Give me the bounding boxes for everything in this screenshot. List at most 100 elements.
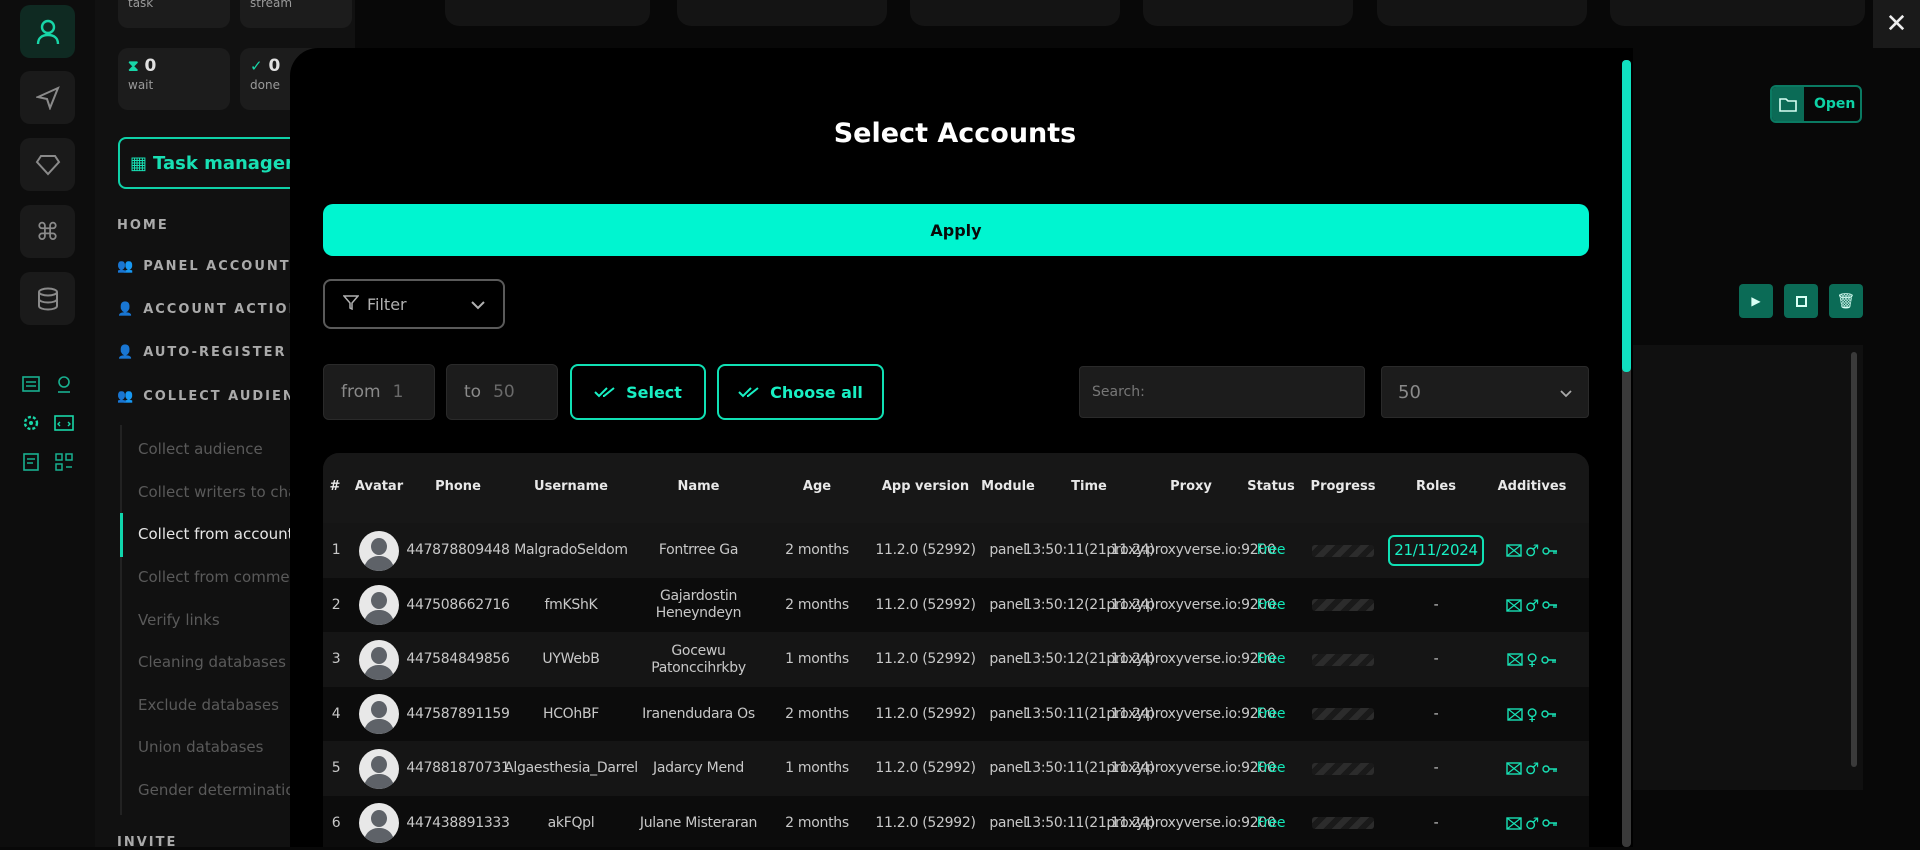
sub-item[interactable]: Collect audience	[138, 440, 263, 458]
filter-label: Filter	[367, 294, 407, 314]
app-cell: 11.2.0 (52992)	[875, 760, 976, 776]
sub-item[interactable]: Collect writers to cha	[138, 483, 297, 501]
sub-item[interactable]: Collect from commen	[138, 568, 299, 586]
progress-cell	[1303, 687, 1383, 742]
proxy-cell: proxy.proxyverse.io:9200	[1106, 542, 1276, 558]
nav-panel-accounts[interactable]: 👥 PANEL ACCOUNTS	[117, 259, 302, 274]
roles-cell: -	[1433, 705, 1439, 722]
stop-button[interactable]	[1784, 284, 1818, 318]
username-cell: MalgradoSeldom	[514, 542, 628, 558]
age-cell: 2 months	[785, 705, 849, 722]
open-button[interactable]: Open	[1770, 85, 1862, 123]
close-icon[interactable]: ✕	[1873, 0, 1920, 48]
send-icon[interactable]	[20, 71, 75, 124]
col-header-age: Age	[802, 479, 832, 494]
apply-button[interactable]: Apply	[323, 204, 1589, 256]
phone-cell: 447587891159	[406, 705, 510, 722]
mail-off-icon	[1507, 653, 1523, 666]
username-cell: fmKShK	[544, 596, 598, 613]
mail-off-icon	[1506, 544, 1522, 557]
app-cell: 11.2.0 (52992)	[875, 705, 976, 722]
male-icon: ♂	[1524, 813, 1540, 833]
diamond-icon[interactable]	[20, 138, 75, 191]
sub-item[interactable]: Cleaning databases	[138, 653, 286, 671]
select-label: Select	[626, 382, 682, 402]
proxy-cell: proxy.proxyverse.io:9200	[1106, 596, 1276, 613]
roles-cell: -	[1433, 596, 1439, 613]
username-cell: Algaesthesia_Darrel	[504, 760, 638, 776]
nav-home[interactable]: HOME	[117, 218, 169, 233]
to-input[interactable]: to 50	[446, 364, 558, 420]
task-manager-button[interactable]: ▦ Task manager	[118, 137, 318, 189]
table-row[interactable]: 5 447881870731 Algaesthesia_Darrel Jadarcy …	[323, 741, 1589, 796]
col-header-time: Time	[1071, 479, 1107, 494]
bg-card	[910, 0, 1120, 26]
search-placeholder: Search:	[1092, 384, 1145, 400]
stop-icon	[1795, 295, 1807, 307]
delete-button[interactable]: 🗑	[1829, 284, 1863, 318]
nav-account-action[interactable]: 👤 ACCOUNT ACTION	[117, 302, 301, 317]
log-scrollbar[interactable]	[1851, 352, 1857, 767]
sub-item-active[interactable]: Collect from account	[120, 513, 294, 557]
col-header-status: Status	[1247, 479, 1295, 494]
additives-icons: ♂	[1506, 597, 1558, 614]
table-row[interactable]: 3 447584849856 UYWebB Gocewu Patonccihrkby 1…	[323, 632, 1589, 687]
name-cell: Gajardostin Heneyndeyn	[655, 588, 742, 621]
collect-audience-submenu: Collect audience Collect writers to cha …	[120, 425, 310, 815]
command-icon[interactable]: ⌘	[20, 205, 75, 258]
play-button[interactable]: ▶	[1739, 284, 1773, 318]
sub-item[interactable]: Union databases	[138, 738, 263, 756]
stat-label: stream	[250, 0, 293, 10]
roles-cell: -	[1433, 814, 1439, 831]
table-row[interactable]: 1 447878809448 MalgradoSeldom Fontrree Ga 2 …	[323, 523, 1589, 578]
from-input[interactable]: from 1	[323, 364, 435, 420]
folder-icon	[1772, 87, 1804, 121]
nav-invite[interactable]: INVITE	[117, 835, 177, 850]
username-cell: akFQpl	[547, 814, 595, 831]
database-icon[interactable]	[20, 272, 75, 325]
key-icon	[1542, 546, 1558, 555]
avatar-cell	[353, 796, 405, 848]
name-cell: Iranendudara Os	[642, 705, 755, 722]
male-icon: ♂	[1524, 541, 1540, 560]
additives-cell: ♂	[1485, 741, 1579, 796]
name-cell: Gocewu Patonccihrkby	[651, 642, 746, 676]
choose-all-button[interactable]: Choose all	[717, 364, 884, 420]
page-size-select[interactable]: 50	[1381, 366, 1589, 418]
list-icon[interactable]	[20, 373, 42, 395]
role-date-badge[interactable]: 21/11/2024	[1388, 535, 1484, 566]
additives-icons: ♂	[1506, 542, 1558, 559]
age-cell: 2 months	[785, 542, 849, 558]
status-cell: Free	[1256, 542, 1286, 558]
sub-item[interactable]: Exclude databases	[138, 696, 279, 714]
log-panel	[1623, 345, 1863, 790]
nav-auto-register[interactable]: 👤 AUTO-REGISTER	[117, 345, 286, 360]
open-label: Open	[1814, 96, 1856, 112]
table-row[interactable]: 2 447508662716 fmKShK Gajardostin Heneyndey…	[323, 577, 1589, 633]
sub-item[interactable]: Verify links	[138, 611, 220, 629]
grid-icon[interactable]	[53, 451, 75, 473]
settings-icon[interactable]	[20, 412, 42, 434]
search-input[interactable]: Search:	[1079, 366, 1365, 418]
document-icon[interactable]	[20, 451, 42, 473]
app-cell: 11.2.0 (52992)	[875, 542, 976, 558]
mail-off-icon	[1506, 762, 1522, 775]
proxy-cell: proxy.proxyverse.io:9200	[1106, 651, 1276, 667]
select-button[interactable]: Select	[570, 364, 706, 420]
nav-collect-audience[interactable]: 👥 COLLECT AUDIENCE	[117, 389, 318, 404]
from-label: from	[341, 382, 381, 402]
table-row[interactable]: 6 447438891333 akFQpl Julane Misteraran 2 mo…	[323, 795, 1589, 848]
additives-cell: ♂	[1485, 523, 1579, 578]
filter-dropdown[interactable]: Filter	[323, 279, 505, 329]
table-row[interactable]: 4 447587891159 HCOhBF Iranendudara Os 2 mont…	[323, 686, 1589, 742]
n-cell: 1	[331, 542, 341, 558]
status-cell: Free	[1256, 651, 1286, 667]
user-icon[interactable]	[20, 5, 75, 58]
code-window-icon[interactable]	[53, 412, 75, 434]
progress-cell	[1303, 578, 1383, 633]
sub-item[interactable]: Gender determination	[138, 781, 304, 799]
modal-scrollbar-thumb[interactable]	[1622, 60, 1631, 372]
funnel-icon	[342, 294, 360, 314]
location-icon[interactable]	[53, 373, 75, 395]
avatar	[359, 748, 399, 789]
